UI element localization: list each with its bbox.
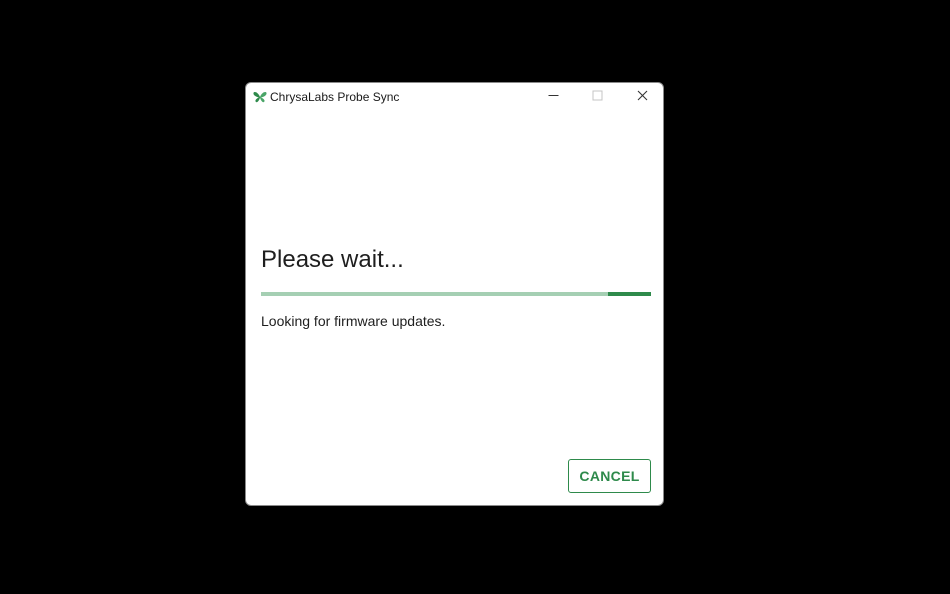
maximize-button[interactable] bbox=[575, 83, 619, 111]
progress-bar bbox=[261, 292, 651, 296]
close-icon bbox=[637, 88, 648, 106]
maximize-icon bbox=[592, 88, 603, 106]
page-title: Please wait... bbox=[261, 246, 404, 273]
minimize-icon bbox=[548, 88, 559, 106]
status-text: Looking for firmware updates. bbox=[261, 313, 446, 329]
minimize-button[interactable] bbox=[531, 83, 575, 111]
title-bar[interactable]: ChrysaLabs Probe Sync bbox=[246, 83, 663, 111]
app-window: ChrysaLabs Probe Sync Please wait... Loo… bbox=[245, 82, 664, 506]
close-button[interactable] bbox=[620, 83, 663, 111]
progress-indicator bbox=[608, 292, 651, 296]
cancel-button[interactable]: CANCEL bbox=[568, 459, 651, 493]
butterfly-icon bbox=[253, 90, 267, 104]
window-title: ChrysaLabs Probe Sync bbox=[270, 90, 400, 104]
